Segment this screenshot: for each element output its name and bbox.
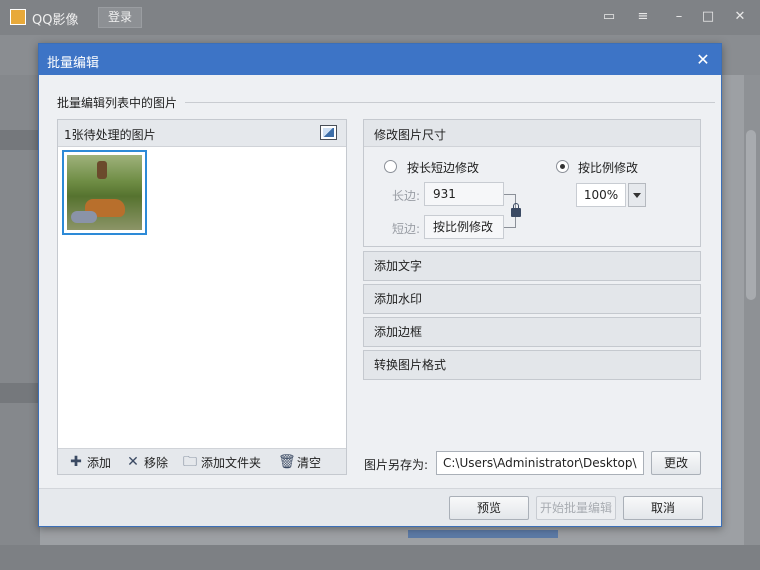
app-logo-icon bbox=[10, 9, 26, 25]
ratio-input[interactable]: 100% bbox=[576, 183, 626, 207]
clear-button[interactable]: 🗑 清空 bbox=[278, 453, 321, 471]
radio-ratio[interactable] bbox=[556, 160, 569, 173]
login-button[interactable]: 登录 bbox=[98, 7, 142, 28]
add-folder-label: 添加文件夹 bbox=[201, 455, 262, 470]
close-icon[interactable]: ✕ bbox=[693, 50, 713, 70]
add-label: 添加 bbox=[87, 455, 112, 470]
dialog-header: 批量编辑 ✕ bbox=[39, 44, 721, 75]
sidebar-selected-item bbox=[0, 130, 40, 150]
save-as-label: 图片另存为: bbox=[364, 458, 429, 472]
change-path-button[interactable]: 更改 bbox=[651, 451, 701, 475]
image-list-toolbar: ✚ 添加 ✕ 移除 🗀 添加文件夹 🗑 清空 bbox=[58, 448, 346, 474]
dialog-footer: 预览 开始批量编辑 取消 bbox=[39, 488, 721, 526]
window-close-icon[interactable]: ✕ bbox=[731, 8, 749, 26]
short-edge-label: 短边: bbox=[392, 222, 421, 236]
menu-icon[interactable]: ≡ bbox=[634, 8, 652, 26]
add-text-item[interactable]: 添加文字 bbox=[363, 251, 701, 281]
batch-edit-dialog: 批量编辑 ✕ 批量编辑列表中的图片 1张待处理的图片 ✚ 添加 ✕ 移除 🗀 添… bbox=[38, 43, 722, 527]
chevron-down-icon[interactable] bbox=[628, 183, 646, 207]
long-edge-label: 长边: bbox=[392, 189, 421, 203]
add-border-item[interactable]: 添加边框 bbox=[363, 317, 701, 347]
image-thumbnail[interactable] bbox=[62, 150, 147, 235]
image-count-label: 1张待处理的图片 bbox=[64, 128, 156, 142]
close-icon: ✕ bbox=[127, 454, 139, 470]
image-list-panel: 1张待处理的图片 ✚ 添加 ✕ 移除 🗀 添加文件夹 🗑 清空 bbox=[57, 119, 347, 475]
app-bottom-button bbox=[408, 530, 558, 538]
image-view-icon[interactable] bbox=[320, 125, 337, 140]
lock-icon[interactable] bbox=[511, 203, 521, 217]
section-label: 批量编辑列表中的图片 bbox=[57, 96, 178, 110]
short-edge-input[interactable]: 按比例修改 bbox=[424, 215, 504, 239]
app-scrollbar-thumb[interactable] bbox=[746, 130, 756, 300]
section-divider bbox=[185, 102, 715, 103]
minimize-icon[interactable]: – bbox=[670, 8, 688, 26]
resize-title: 修改图片尺寸 bbox=[374, 128, 447, 142]
start-batch-edit-button[interactable]: 开始批量编辑 bbox=[536, 496, 616, 520]
convert-format-item[interactable]: 转换图片格式 bbox=[363, 350, 701, 380]
image-list-header: 1张待处理的图片 bbox=[58, 120, 346, 147]
dialog-title: 批量编辑 bbox=[47, 56, 100, 71]
add-watermark-item[interactable]: 添加水印 bbox=[363, 284, 701, 314]
maximize-icon[interactable]: □ bbox=[699, 8, 717, 26]
app-title: QQ影像 bbox=[32, 13, 79, 28]
preview-button[interactable]: 预览 bbox=[449, 496, 529, 520]
message-icon[interactable]: ▭ bbox=[600, 8, 618, 26]
save-path-input[interactable]: C:\Users\Administrator\Desktop\ bbox=[436, 451, 644, 475]
resize-section: 修改图片尺寸 按长短边修改 按比例修改 长边: 931 短边: 按比例修改 10… bbox=[363, 119, 701, 247]
app-titlebar: QQ影像 登录 ▭ ≡ – □ ✕ bbox=[0, 0, 760, 35]
app-sidebar bbox=[0, 75, 40, 545]
clear-label: 清空 bbox=[297, 455, 322, 470]
radio-long-short[interactable] bbox=[384, 160, 397, 173]
add-button[interactable]: ✚ 添加 bbox=[68, 453, 111, 471]
radio-long-short-label[interactable]: 按长短边修改 bbox=[407, 159, 479, 176]
app-statusbar bbox=[0, 545, 760, 570]
remove-button[interactable]: ✕ 移除 bbox=[125, 453, 168, 471]
remove-label: 移除 bbox=[144, 455, 169, 470]
radio-ratio-label[interactable]: 按比例修改 bbox=[578, 159, 638, 176]
photo-thumbnail bbox=[67, 155, 142, 230]
trash-icon: 🗑 bbox=[278, 454, 296, 470]
add-folder-button[interactable]: 🗀 添加文件夹 bbox=[182, 453, 261, 471]
resize-header[interactable]: 修改图片尺寸 bbox=[364, 120, 700, 147]
cancel-button[interactable]: 取消 bbox=[623, 496, 703, 520]
plus-icon: ✚ bbox=[70, 454, 82, 470]
sidebar-selected-item bbox=[0, 383, 40, 403]
folder-add-icon: 🗀 bbox=[183, 454, 197, 470]
long-edge-input[interactable]: 931 bbox=[424, 182, 504, 206]
